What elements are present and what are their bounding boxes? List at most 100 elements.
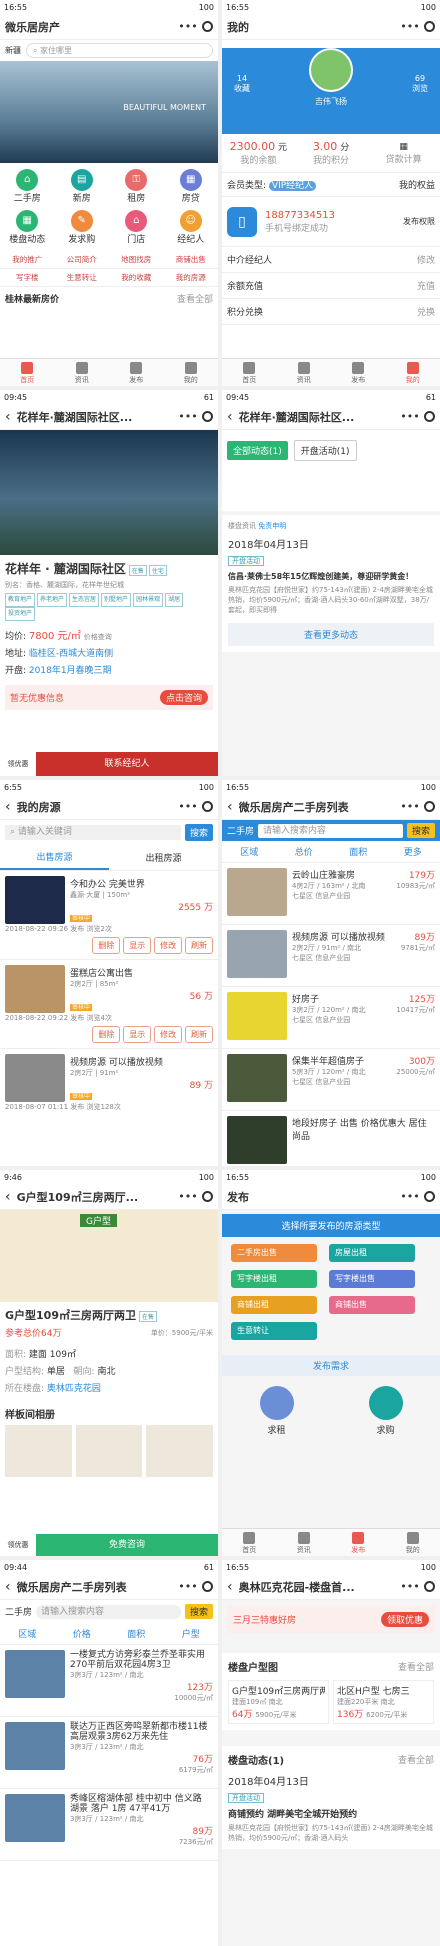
free-consult-button[interactable]: 免费咨询 [36, 1534, 218, 1556]
filter-size[interactable]: 面积 [349, 845, 367, 858]
estate-link[interactable]: 奥林匹克花园 [47, 1384, 101, 1394]
get-coupon-button[interactable]: 领取优惠 [381, 1612, 429, 1627]
tab-rent[interactable]: 出租房源 [109, 846, 218, 869]
close-icon[interactable] [424, 1191, 435, 1202]
publish-rent-button[interactable]: 房屋出租 [329, 1244, 415, 1262]
coupon-button[interactable]: 领优惠 [0, 1540, 36, 1550]
rights-link[interactable]: 我的权益 [399, 178, 435, 191]
back-icon[interactable]: ‹ [227, 799, 233, 815]
close-icon[interactable] [202, 21, 213, 32]
back-icon[interactable]: ‹ [227, 1579, 233, 1595]
list-item[interactable]: 云岭山庄雅豪房4房2厅 / 163m² / 北南七星区 信息产业园179万109… [222, 863, 440, 925]
edit-button[interactable]: 修改 [154, 1026, 182, 1043]
filter-price[interactable]: 价格 [73, 1627, 91, 1640]
delete-button[interactable]: 删除 [92, 937, 120, 954]
back-icon[interactable]: ‹ [5, 409, 11, 425]
more-icon[interactable]: ••• [178, 800, 198, 813]
close-icon[interactable] [202, 1191, 213, 1202]
list-item[interactable]: 联达万正西区旁鸣翠新都市楼11楼高层观景3房62万来先住3房3厅 / 123m²… [0, 1717, 218, 1789]
menu-agent[interactable]: 中介经纪人修改 [222, 247, 440, 273]
loan-calc[interactable]: ▦贷款计算 [367, 142, 440, 165]
buy-request-button[interactable]: 求购 [369, 1386, 403, 1436]
more-icon[interactable]: ••• [178, 1580, 198, 1593]
open-row[interactable]: 开盘: 2018年1月春晚三期 [5, 663, 213, 676]
more-icon[interactable]: ••• [178, 410, 198, 423]
more-icon[interactable]: ••• [178, 20, 198, 33]
list-item[interactable]: 好房子3房2厅 / 120m² / 南北七星区 信息产业园125万10417元/… [222, 987, 440, 1049]
filter-more[interactable]: 更多 [404, 845, 422, 858]
news-headline[interactable]: 商铺预约 湖畔美宅全城开始预约 [228, 1807, 434, 1820]
search-input[interactable]: 请输入搜索内容 [258, 824, 403, 838]
type-select[interactable]: 二手房 [5, 1605, 32, 1618]
back-icon[interactable]: ‹ [5, 799, 11, 815]
house-item[interactable]: 今和办公 完美世界鑫源·大厦 | 150m²2555 万审核中 2018-08-… [0, 871, 218, 960]
house-item[interactable]: 视频房源 可以播放视频2房2厅 | 91m²89 万审核中 2018-08-07… [0, 1049, 218, 1117]
close-icon[interactable] [202, 1581, 213, 1592]
city-select[interactable]: 新疆 [5, 45, 21, 56]
tab-publish[interactable]: 发布 [331, 359, 386, 386]
contact-agent-button[interactable]: 联系经纪人 [36, 752, 218, 776]
plan-card[interactable]: G户型109㎡三房两厅两卫建面109㎡ 南北64万 5900元/平米 [228, 1680, 329, 1724]
gallery-image[interactable] [5, 1425, 72, 1477]
tab-home[interactable]: 首页 [0, 359, 55, 386]
search-input[interactable]: ⌕ 家住哪里 [26, 43, 213, 58]
back-icon[interactable]: ‹ [5, 1189, 11, 1205]
close-icon[interactable] [424, 21, 435, 32]
more-icon[interactable]: ••• [400, 1580, 420, 1593]
plan-card[interactable]: 北区H户型 七房三建面220平米 南北136万 6200元/平米 [333, 1680, 434, 1724]
more-link[interactable]: 查看全部 [398, 1753, 434, 1766]
link-shop[interactable]: 商铺出售 [164, 251, 219, 269]
tab-publish[interactable]: 发布 [109, 359, 164, 386]
link-business[interactable]: 生意转让 [55, 269, 110, 287]
back-icon[interactable]: ‹ [227, 409, 233, 425]
more-icon[interactable]: ••• [400, 800, 420, 813]
link-myhouse[interactable]: 我的房源 [164, 269, 219, 287]
consult-button[interactable]: 点击咨询 [160, 690, 208, 705]
icon-estate-news[interactable]: ▦楼盘动态 [0, 210, 55, 245]
avatar[interactable] [309, 48, 353, 92]
floorplan-image[interactable]: G户型 [0, 1210, 218, 1302]
link-company[interactable]: 公司简介 [55, 251, 110, 269]
icon-agent[interactable]: ☺经纪人 [164, 210, 219, 245]
search-input[interactable]: 请输入搜索内容 [36, 1605, 181, 1619]
delete-button[interactable]: 删除 [92, 1026, 120, 1043]
icon-rent[interactable]: ⚿租房 [109, 169, 164, 204]
close-icon[interactable] [202, 411, 213, 422]
tab-mine[interactable]: 我的 [386, 359, 440, 386]
icon-loan[interactable]: ▦房贷 [164, 169, 219, 204]
filter-area[interactable]: 区域 [240, 845, 258, 858]
tab-news[interactable]: 资讯 [277, 359, 332, 386]
refresh-button[interactable]: 刷新 [185, 937, 213, 954]
gallery-image[interactable] [146, 1425, 213, 1477]
list-item[interactable]: 视频房源 可以播放视频2房2厅 / 91m² / 南北七星区 信息产业园89万9… [222, 925, 440, 987]
points[interactable]: 3.00 分我的积分 [295, 140, 368, 166]
search-input[interactable]: ⌕ 请输入关键词 [5, 825, 181, 840]
publish-shop-sale-button[interactable]: 商铺出售 [329, 1296, 415, 1314]
edit-button[interactable]: 修改 [154, 937, 182, 954]
publish-office-rent-button[interactable]: 写字楼出租 [231, 1270, 317, 1288]
filter-type[interactable]: 户型 [182, 1627, 200, 1640]
link-promo[interactable]: 我的推广 [0, 251, 55, 269]
gallery-image[interactable] [76, 1425, 143, 1477]
search-button[interactable]: 搜索 [185, 1604, 213, 1619]
icon-second-hand[interactable]: ⌂二手房 [0, 169, 55, 204]
tab-all[interactable]: 全部动态(1) [227, 441, 288, 460]
publish-shop-rent-button[interactable]: 商铺出租 [231, 1296, 317, 1314]
more-icon[interactable]: ••• [400, 1190, 420, 1203]
rent-request-button[interactable]: 求租 [260, 1386, 294, 1436]
close-icon[interactable] [424, 411, 435, 422]
more-news-button[interactable]: 查看更多动态 [228, 623, 434, 646]
link-office[interactable]: 写字楼 [0, 269, 55, 287]
close-icon[interactable] [424, 1581, 435, 1592]
news-headline[interactable]: 信昌·莱佛士58年15亿辉煌创建美，尊迎研学黄金！ [228, 571, 434, 582]
list-item[interactable]: 地段好房子 出售 价格优惠大 居住尚品 [222, 1111, 440, 1166]
publish-sale-button[interactable]: 二手房出售 [231, 1244, 317, 1262]
menu-recharge[interactable]: 余额充值充值 [222, 273, 440, 299]
search-button[interactable]: 搜索 [185, 824, 213, 841]
icon-new-house[interactable]: ▤新房 [55, 169, 110, 204]
tab-news[interactable]: 资讯 [55, 359, 110, 386]
more-link[interactable]: 查看全部 [177, 292, 213, 305]
icon-buy-request[interactable]: ✎发求购 [55, 210, 110, 245]
tab-mine[interactable]: 我的 [164, 359, 219, 386]
search-button[interactable]: 搜索 [407, 823, 435, 838]
